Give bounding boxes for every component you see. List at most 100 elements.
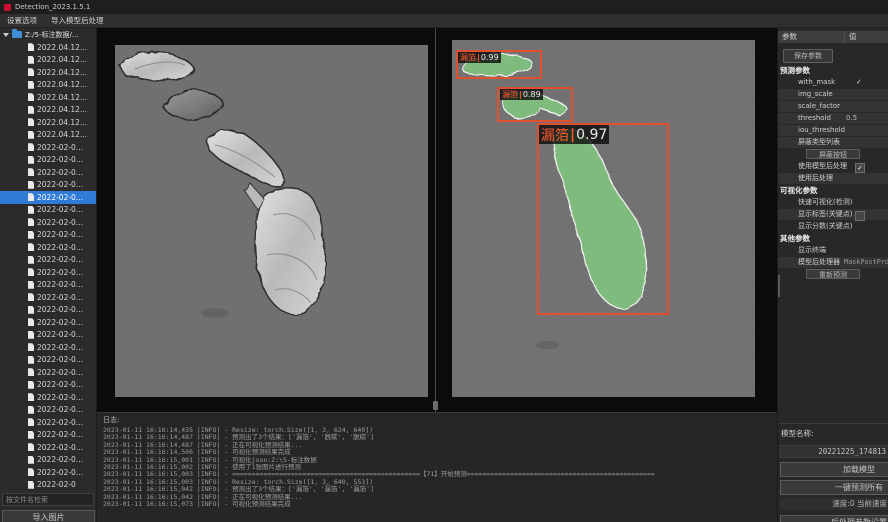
tree-item[interactable]: 2022-02-0... [0,291,96,304]
param-value[interactable]: ✓ [855,163,865,173]
param-row[interactable]: scale_factor [778,101,888,112]
tree-item[interactable]: 2022.04.12... [0,129,96,142]
tree-item[interactable]: 2022.04.12... [0,79,96,92]
param-row[interactable]: 屏蔽类型列表 [778,137,888,148]
param-label: scale_factor [798,102,840,110]
tree-item[interactable]: 2022.04.12... [0,41,96,54]
tree-item[interactable]: 2022-02-0... [0,416,96,429]
tree-root-row[interactable]: Z:/5-标注数据/... [0,28,96,41]
tree-item[interactable]: 2022-02-0... [0,441,96,454]
tree-item[interactable]: 2022-02-0... [0,454,96,467]
param-value[interactable]: MaskPostPro [844,257,888,268]
predict-all-button[interactable]: 一键预测所有 [780,480,888,495]
file-icon [28,431,34,439]
viewport-splitter-handle[interactable] [433,401,438,410]
param-row[interactable]: 显示终端 [778,245,888,256]
param-row[interactable]: 显示分数(关键点) [778,221,888,232]
panel-scrollbar-thumb[interactable] [778,275,780,297]
tree-item[interactable]: 2022-02-0... [0,191,96,204]
tree-item[interactable]: 2022-02-0... [0,316,96,329]
tree-item[interactable]: 2022-02-0... [0,204,96,217]
log-panel[interactable]: 日志: 2023-01-11 16:16:14,435 |INFO| - Res… [97,412,777,522]
tree-item-label: 2022-02-0... [37,168,83,177]
tree-item[interactable]: 2022.04.12... [0,116,96,129]
left-image-viewport[interactable] [115,45,428,397]
tree-item[interactable]: 2022-02-0... [0,391,96,404]
detection-score: 0.99 [481,53,499,62]
load-model-button[interactable]: 加载模型 [780,462,888,477]
param-row[interactable]: 模型后处理器 MaskPostPro [778,257,888,268]
param-row[interactable]: 使用后处理 [778,173,888,184]
param-label: 屏蔽类型列表 [798,138,840,146]
tree-item[interactable]: 2022-02-0 [0,479,96,492]
tree-item[interactable]: 2022-02-0... [0,254,96,267]
param-row[interactable]: 预测参数 [778,65,888,76]
tree-item[interactable]: 2022.04.12... [0,104,96,117]
tree-item[interactable]: 2022-02-0... [0,379,96,392]
param-label: 其他参数 [780,234,810,243]
tree-item[interactable]: 2022-02-0... [0,179,96,192]
param-label: 预测参数 [780,66,810,75]
param-table-header: 参数 值 [778,31,888,43]
menu-item-settings[interactable]: 设置选项 [7,15,37,26]
param-label: 模型后处理器 [798,258,840,266]
log-title: 日志: [103,415,777,425]
tree-item-label: 2022-02-0... [37,393,83,402]
param-row[interactable]: 快速可视化(检测) [778,197,888,208]
tree-item-label: 2022-02-0... [37,180,83,189]
param-row[interactable]: 使用模型后处理 ✓ [778,161,888,172]
viewport-splitter[interactable] [435,28,436,412]
param-value[interactable]: ✓ [856,77,862,88]
tree-item[interactable]: 2022-02-0... [0,329,96,342]
param-label: 快速可视化(检测) [798,198,852,206]
tree-item-list: 2022.04.12... 2022.04.12... 2022.04.12..… [0,41,96,491]
menu-item-import-model-postprocess[interactable]: 导入模型后处理 [51,15,104,26]
import-images-button[interactable]: 导入图片 [2,510,95,522]
tree-item[interactable]: 2022-02-0... [0,304,96,317]
param-row[interactable]: 可视化参数 [778,185,888,196]
tree-item-label: 2022-02-0... [37,205,83,214]
param-row[interactable]: iou_threshold [778,125,888,136]
tree-item[interactable]: 2022.04.12... [0,91,96,104]
tree-item[interactable]: 2022-02-0... [0,429,96,442]
tree-item[interactable]: 2022-02-0... [0,166,96,179]
param-row[interactable]: img_scale [778,89,888,100]
tree-item-label: 2022-02-0... [37,418,83,427]
param-row[interactable]: 显示标签(关键点) [778,209,888,220]
tree-item-label: 2022-02-0... [37,380,83,389]
tree-item[interactable]: 2022-02-0... [0,229,96,242]
search-input[interactable] [2,493,94,506]
tree-item[interactable]: 2022-02-0... [0,366,96,379]
tree-item[interactable]: 2022-02-0... [0,266,96,279]
param-value[interactable]: 0.5 [846,113,857,124]
param-row[interactable]: 屏蔽按钮 [778,149,888,160]
file-icon [28,406,34,414]
file-icon [28,43,34,51]
save-params-button[interactable]: 保存参数 [783,49,833,63]
tree-item[interactable]: 2022.04.12... [0,54,96,67]
tree-item[interactable]: 2022-02-0... [0,154,96,167]
param-row[interactable]: 其他参数 [778,233,888,244]
tree-item[interactable]: 2022-02-0... [0,141,96,154]
tree-item[interactable]: 2022-02-0... [0,216,96,229]
param-rows: 预测参数 with_mask ✓ img_scale scale_factor [778,65,888,280]
tree-item-label: 2022-02-0... [37,430,83,439]
tree-item[interactable]: 2022-02-0... [0,466,96,479]
chevron-down-icon[interactable] [3,33,9,37]
postprocess-params-button[interactable]: 后处理参数设置 [780,515,888,522]
param-value[interactable] [855,211,865,221]
tree-item[interactable]: 2022-02-0... [0,354,96,367]
tree-item[interactable]: 2022-02-0... [0,241,96,254]
file-icon [28,181,34,189]
tree-item[interactable]: 2022.04.12... [0,66,96,79]
param-row[interactable]: with_mask ✓ [778,77,888,88]
tree-item[interactable]: 2022-02-0... [0,404,96,417]
tree-item-label: 2022.04.12... [37,118,87,127]
file-icon [28,231,34,239]
right-image-viewport[interactable] [452,40,755,397]
tree-item[interactable]: 2022-02-0... [0,341,96,354]
param-row[interactable]: threshold 0.5 [778,113,888,124]
param-row[interactable]: 重新预测 [778,269,888,280]
model-name-field[interactable]: 20221225_174813 [780,445,888,458]
tree-item[interactable]: 2022-02-0... [0,279,96,292]
